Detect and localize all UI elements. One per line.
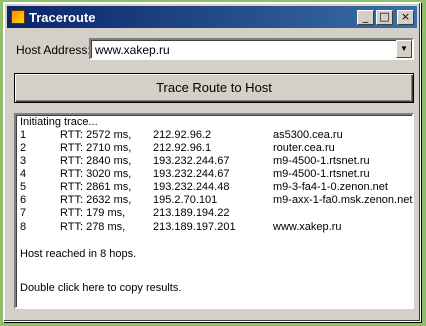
hop-ip: 212.92.96.1: [153, 142, 212, 154]
results-header: Initiating trace...: [20, 116, 98, 128]
hop-host: m9-3-fa4-1-0.zenon.net: [273, 181, 388, 193]
hop-ip: 193.232.244.48: [153, 181, 230, 193]
hop-number: 2: [20, 142, 27, 154]
hop-host: as5300.cea.ru: [273, 129, 343, 141]
dropdown-arrow-icon[interactable]: ▼: [396, 40, 412, 58]
hop-ip: 193.232.244.67: [153, 155, 230, 167]
hop-ip: 195.2.70.101: [153, 194, 218, 206]
hop-rtt: RTT: 278 ms,: [60, 221, 126, 233]
hop-rtt: RTT: 179 ms,: [60, 207, 126, 219]
hop-number: 3: [20, 155, 27, 167]
hop-number: 6: [20, 194, 27, 206]
hop-host: m9-4500-1.rtsnet.ru: [273, 155, 370, 167]
hop-host: m9-4500-1.rtsnet.ru: [273, 168, 370, 180]
hop-host: www.xakep.ru: [273, 221, 342, 233]
hop-rtt: RTT: 2861 ms,: [60, 181, 132, 193]
hop-rtt: RTT: 2572 ms,: [60, 129, 132, 141]
hop-ip: 193.232.244.67: [153, 168, 230, 180]
app-icon: [11, 10, 25, 24]
hop-rtt: RTT: 2840 ms,: [60, 155, 132, 167]
hop-host: m9-axx-1-fa0.msk.zenon.net: [273, 194, 413, 206]
hop-rtt: RTT: 3020 ms,: [60, 168, 132, 180]
host-address-label: Host Address:: [16, 43, 91, 57]
hop-number: 7: [20, 207, 27, 219]
copy-results-hint[interactable]: Double click here to copy results.: [20, 282, 181, 294]
hop-number: 5: [20, 181, 27, 193]
host-address-combobox[interactable]: www.xakep.ru ▼: [89, 38, 414, 60]
hop-host: router.cea.ru: [273, 142, 335, 154]
title-bar[interactable]: Traceroute _ □ ×: [7, 6, 417, 28]
hop-number: 1: [20, 129, 27, 141]
hop-number: 8: [20, 221, 27, 233]
hop-ip: 213.189.194.22: [153, 207, 230, 219]
hop-rtt: RTT: 2710 ms,: [60, 142, 132, 154]
minimize-button[interactable]: _: [357, 9, 374, 25]
host-address-value[interactable]: www.xakep.ru: [95, 43, 170, 57]
hop-ip: 212.92.96.2: [153, 129, 212, 141]
close-button[interactable]: ×: [397, 9, 414, 25]
maximize-button[interactable]: □: [376, 9, 393, 25]
hop-number: 4: [20, 168, 27, 180]
summary-text: Host reached in 8 hops.: [20, 248, 137, 260]
hop-rtt: RTT: 2632 ms,: [60, 194, 132, 206]
results-list[interactable]: Initiating trace... 1 RTT: 2572 ms, 212.…: [14, 113, 414, 309]
window-title: Traceroute: [29, 9, 96, 25]
trace-route-button[interactable]: Trace Route to Host: [14, 73, 414, 103]
hop-ip: 213.189.197.201: [153, 221, 236, 233]
